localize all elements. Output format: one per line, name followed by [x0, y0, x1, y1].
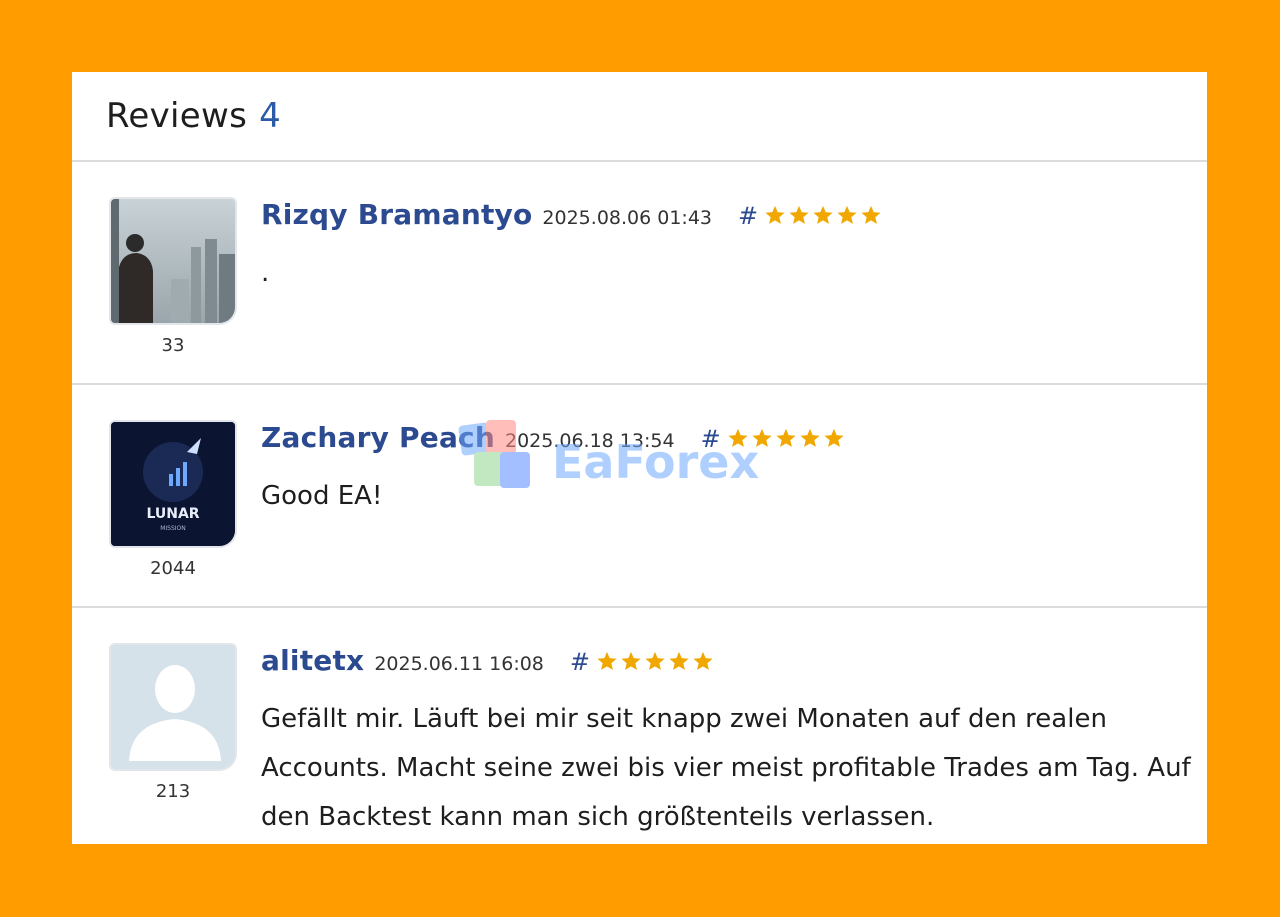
- lunar-mission-logo: LUNAR MISSION: [111, 422, 235, 546]
- avatar-photo: [111, 199, 235, 323]
- author-rating: 213: [155, 781, 191, 802]
- review-text: Gefällt mir. Läuft bei mir seit knapp zw…: [261, 704, 1191, 832]
- author-link[interactable]: Rizqy Bramantyo: [261, 198, 532, 231]
- star-icon: [789, 205, 809, 224]
- star-icon: [597, 651, 617, 670]
- star-rating: [596, 650, 714, 672]
- author-rating: 33: [161, 335, 185, 356]
- star-icon: [800, 428, 820, 447]
- star-icon: [752, 428, 772, 447]
- review-item: 213 alitetx 2025.06.11 16:08 # Gefällt m…: [72, 608, 1207, 842]
- star-icon: [776, 428, 796, 447]
- review-permalink[interactable]: #: [738, 202, 758, 230]
- star-icon: [813, 205, 833, 224]
- review-permalink[interactable]: #: [701, 425, 721, 453]
- star-icon: [824, 428, 844, 447]
- review-item: 33 Rizqy Bramantyo 2025.08.06 01:43 # .: [72, 162, 1207, 385]
- review-date: 2025.06.18 13:54: [504, 430, 675, 452]
- reviews-panel: Reviews 4 33 Rizqy Bramantyo 2025.08.06 …: [72, 72, 1207, 844]
- logo-text: LUNAR: [146, 506, 199, 522]
- author-link[interactable]: alitetx: [261, 644, 364, 677]
- reviews-title: Reviews: [106, 96, 248, 136]
- avatar[interactable]: [109, 197, 237, 325]
- star-icon: [669, 651, 689, 670]
- review-text: .: [261, 258, 270, 288]
- star-icon: [621, 651, 641, 670]
- user-silhouette-icon: [111, 645, 235, 769]
- review-text: Good EA!: [261, 481, 383, 511]
- star-rating: [727, 427, 845, 449]
- star-icon: [765, 205, 785, 224]
- star-icon: [728, 428, 748, 447]
- logo-subtext: MISSION: [160, 525, 186, 532]
- author-link[interactable]: Zachary Peach: [261, 421, 495, 454]
- reviews-count: 4: [259, 96, 281, 136]
- star-icon: [645, 651, 665, 670]
- avatar[interactable]: [109, 643, 237, 771]
- author-rating: 2044: [150, 558, 196, 579]
- star-icon: [693, 651, 713, 670]
- star-rating: [764, 204, 882, 226]
- star-icon: [837, 205, 857, 224]
- avatar[interactable]: LUNAR MISSION: [109, 420, 237, 548]
- star-icon: [861, 205, 881, 224]
- review-date: 2025.08.06 01:43: [542, 207, 713, 229]
- review-permalink[interactable]: #: [570, 648, 590, 676]
- review-date: 2025.06.11 16:08: [374, 653, 544, 675]
- reviews-header: Reviews 4: [72, 72, 1207, 162]
- review-item: LUNAR MISSION 2044 Zachary Peach 2025.06…: [72, 385, 1207, 608]
